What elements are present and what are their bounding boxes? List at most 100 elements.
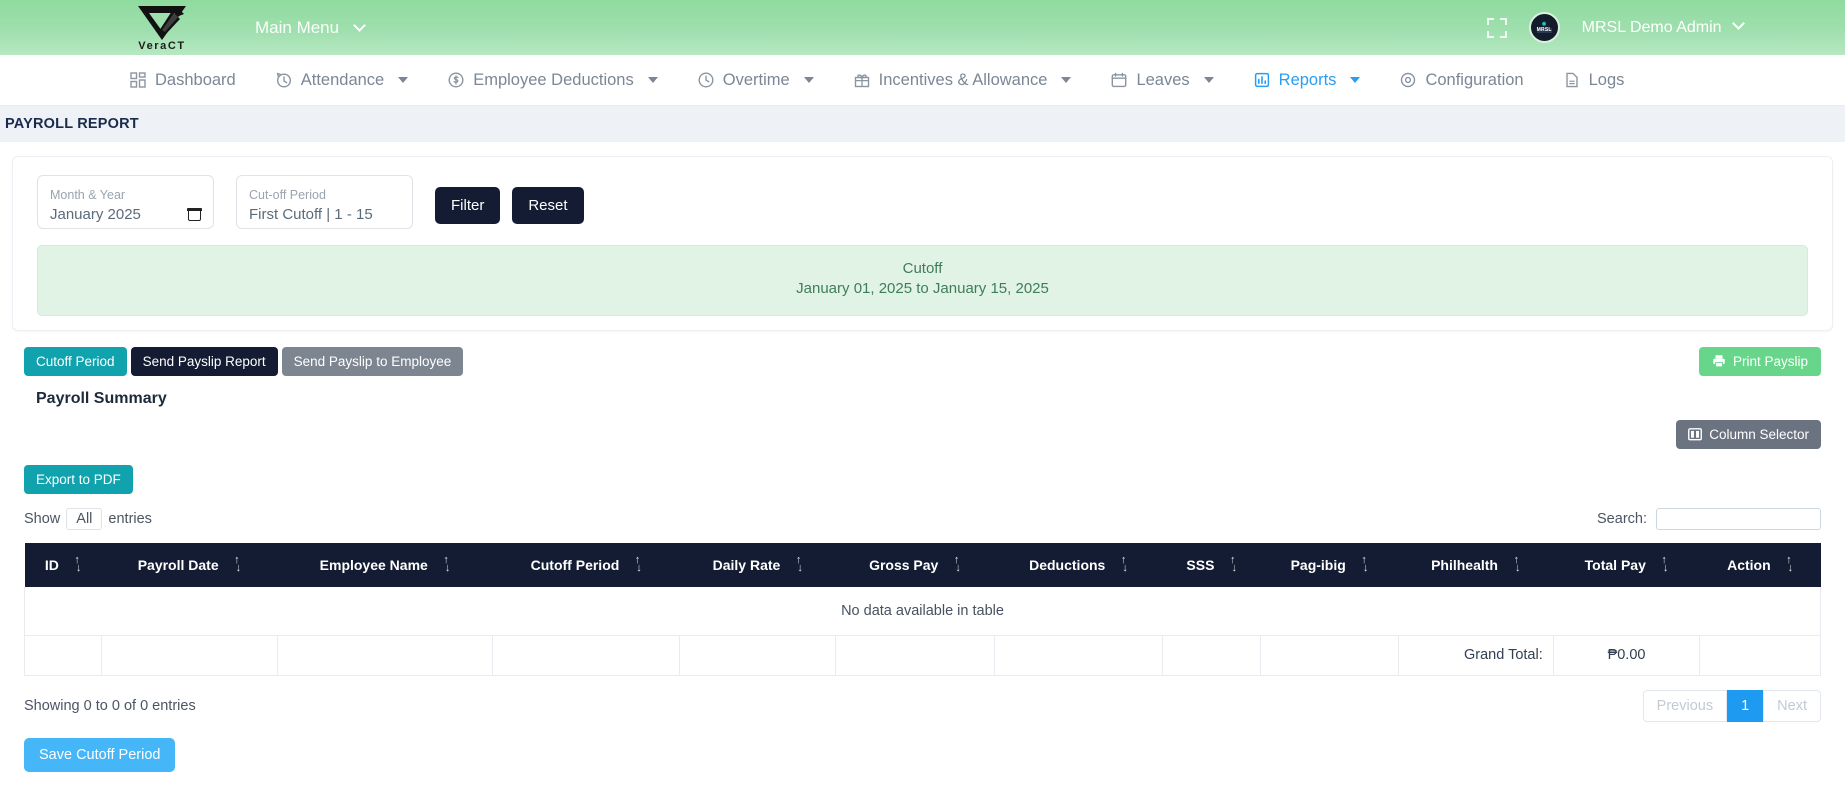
nav-item-leaves[interactable]: Leaves	[1091, 55, 1233, 106]
month-year-value: January 2025	[50, 205, 141, 223]
page-header: PAYROLL REPORT	[0, 106, 1845, 142]
brand-logo[interactable]: VeraCT	[127, 4, 197, 52]
column-label: SSS	[1186, 556, 1215, 573]
sort-icon: ↑ ↓	[1361, 553, 1369, 574]
cutoff-period-value: First Cutoff | 1 - 15	[249, 205, 373, 223]
table-head: ID ↑ ↓ Payroll Date ↑ ↓ Employee Name ↑ ↓ Cuto…	[24, 542, 1821, 587]
chevron-down-icon	[353, 19, 366, 32]
caret-down-icon	[1203, 77, 1214, 83]
payroll-summary-title: Payroll Summary	[36, 389, 167, 407]
column-label: Deductions	[1029, 556, 1106, 573]
column-header-deductions[interactable]: Deductions ↑ ↓	[994, 542, 1163, 587]
top-bar: VeraCT Main Menu ◉ MRSL MRSL Demo Admin	[0, 0, 1845, 55]
footer-cell	[679, 634, 837, 676]
column-header-sss[interactable]: SSS ↑ ↓	[1162, 542, 1261, 587]
send-payslip-to-employee-button[interactable]: Send Payslip to Employee	[281, 346, 464, 376]
column-header-total-pay[interactable]: Total Pay ↑ ↓	[1553, 542, 1700, 587]
table-search-control: Search:	[1597, 507, 1821, 530]
chart-doc-icon	[1254, 72, 1269, 88]
month-year-field[interactable]: Month & Year January 2025	[37, 175, 214, 229]
page-title: PAYROLL REPORT	[5, 116, 139, 132]
table-footer-row-controls: Showing 0 to 0 of 0 entries Previous 1 N…	[12, 689, 1833, 722]
sort-icon: ↑ ↓	[1229, 553, 1237, 574]
caret-down-icon	[1061, 77, 1072, 83]
nav-item-configuration[interactable]: Configuration	[1380, 55, 1543, 106]
nav-item-incentives-allowance[interactable]: Incentives & Allowance	[834, 55, 1092, 106]
sort-icon: ↑ ↓	[1786, 553, 1794, 574]
column-header-cutoff-period[interactable]: Cutoff Period ↑ ↓	[492, 542, 680, 587]
main-menu-label: Main Menu	[255, 17, 340, 37]
column-header-daily-rate[interactable]: Daily Rate ↑ ↓	[679, 542, 836, 587]
history-icon	[276, 72, 291, 88]
avatar[interactable]: ◉ MRSL	[1528, 12, 1560, 43]
search-label: Search:	[1597, 510, 1647, 527]
cutoff-period-field[interactable]: Cut-off Period First Cutoff | 1 - 15	[236, 175, 413, 229]
top-bar-right: ◉ MRSL MRSL Demo Admin	[1486, 12, 1823, 43]
calendar-icon	[1112, 72, 1127, 88]
column-label: Philhealth	[1431, 556, 1498, 573]
caret-down-icon	[1350, 77, 1361, 83]
sort-icon: ↑ ↓	[234, 553, 242, 574]
month-year-label: Month & Year	[50, 188, 126, 203]
pagination-next[interactable]: Next	[1763, 689, 1821, 722]
calendar-icon[interactable]	[187, 207, 202, 221]
column-selector-label: Column Selector	[1709, 426, 1809, 442]
sort-icon: ↑ ↓	[1120, 553, 1128, 574]
entries-length-select[interactable]: All	[66, 507, 103, 530]
filter-button[interactable]: Filter	[435, 187, 501, 224]
sort-icon: ↑ ↓	[74, 553, 82, 574]
pagination-previous[interactable]: Previous	[1642, 689, 1728, 722]
payroll-summary-table: ID ↑ ↓ Payroll Date ↑ ↓ Employee Name ↑ ↓ Cuto…	[23, 542, 1821, 676]
showing-entries-text: Showing 0 to 0 of 0 entries	[24, 697, 196, 714]
pagination: Previous 1 Next	[1642, 689, 1821, 722]
column-header-action[interactable]: Action ↑ ↓	[1699, 542, 1821, 587]
save-cutoff-period-button[interactable]: Save Cutoff Period	[24, 737, 176, 772]
column-header-gross-pay[interactable]: Gross Pay ↑ ↓	[835, 542, 995, 587]
gift-icon	[854, 74, 869, 88]
fullscreen-icon[interactable]	[1486, 17, 1507, 38]
nav-item-dashboard[interactable]: Dashboard	[110, 55, 256, 106]
dollar-circle-icon	[448, 72, 464, 88]
nav-item-logs[interactable]: Logs	[1544, 55, 1645, 106]
nav-item-attendance[interactable]: Attendance	[256, 55, 428, 106]
column-header-employee-name[interactable]: Employee Name ↑ ↓	[277, 542, 493, 587]
nav-item-employee-deductions[interactable]: Employee Deductions	[428, 55, 678, 106]
main-menu-button[interactable]: Main Menu	[255, 17, 366, 38]
footer-cell	[492, 634, 681, 676]
sort-icon: ↑ ↓	[443, 553, 451, 574]
gear-icon	[1401, 72, 1416, 88]
nav-item-reports[interactable]: Reports	[1234, 55, 1381, 106]
cutoff-period-button[interactable]: Cutoff Period	[24, 346, 127, 376]
send-payslip-report-button[interactable]: Send Payslip Report	[130, 346, 278, 376]
user-menu[interactable]: MRSL Demo Admin	[1581, 16, 1745, 37]
column-label: Employee Name	[319, 556, 428, 573]
nav-item-overtime[interactable]: Overtime	[678, 55, 834, 106]
avatar-mark: ◉ MRSL	[1536, 20, 1552, 34]
column-header-pagibig[interactable]: Pag-ibig ↑ ↓	[1260, 542, 1399, 587]
show-label: Show	[24, 510, 61, 527]
action-button-row: Cutoff Period Send Payslip Report Send P…	[12, 346, 1833, 376]
cutoff-banner: Cutoff January 01, 2025 to January 15, 2…	[37, 245, 1808, 316]
export-to-pdf-button[interactable]: Export to PDF	[24, 464, 133, 494]
payroll-report-card: Month & Year January 2025 Cut-off Period…	[12, 156, 1833, 331]
search-input[interactable]	[1656, 507, 1821, 530]
column-label: Action	[1727, 556, 1771, 573]
clock-icon	[698, 72, 714, 88]
column-selector-row: Column Selector	[12, 419, 1833, 449]
nav-label: Attendance	[300, 70, 385, 89]
column-label: ID	[44, 556, 59, 573]
footer-cell	[1699, 634, 1821, 676]
column-header-payroll-date[interactable]: Payroll Date ↑ ↓	[101, 542, 278, 587]
print-payslip-label: Print Payslip	[1732, 353, 1808, 369]
column-header-philhealth[interactable]: Philhealth ↑ ↓	[1398, 542, 1554, 587]
reset-button[interactable]: Reset	[512, 187, 584, 224]
column-selector-button[interactable]: Column Selector	[1676, 419, 1821, 449]
footer-cell	[993, 634, 1164, 676]
entries-label: entries	[108, 510, 152, 527]
user-name: MRSL Demo Admin	[1581, 18, 1722, 36]
pagination-page-1[interactable]: 1	[1727, 689, 1764, 722]
print-payslip-button[interactable]: Print Payslip	[1698, 346, 1821, 376]
footer-cell	[835, 634, 995, 676]
column-label: Total Pay	[1584, 556, 1646, 573]
column-header-id[interactable]: ID ↑ ↓	[24, 542, 102, 587]
